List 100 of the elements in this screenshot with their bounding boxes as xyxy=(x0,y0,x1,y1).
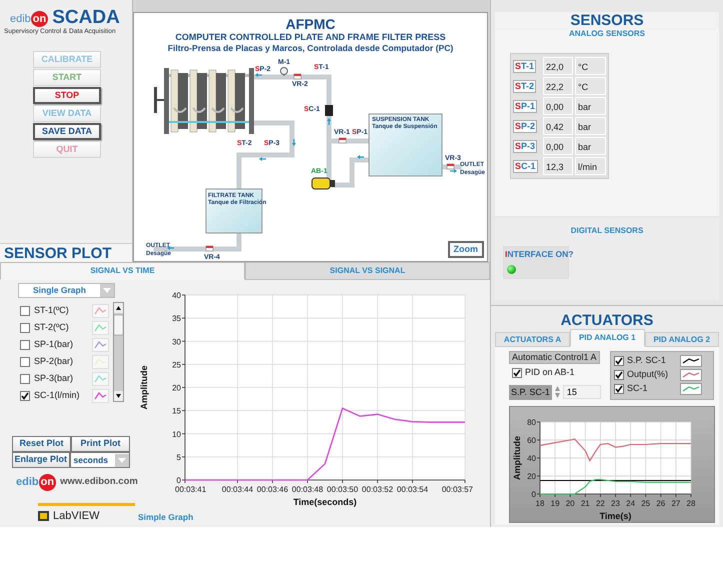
flow-arrow-icon xyxy=(259,157,266,161)
labview-logo: LabVIEW xyxy=(38,502,135,524)
tick-label: 0 xyxy=(532,490,536,499)
tick-label: 19 xyxy=(550,499,560,508)
caret-icon xyxy=(103,288,111,293)
value-field: 22,0 xyxy=(543,57,573,75)
tab[interactable]: SIGNAL VS TIME xyxy=(0,262,245,280)
time-unit-dropdown[interactable]: seconds xyxy=(70,452,130,468)
tick-label: 20 xyxy=(566,499,575,508)
tick-label: 20 xyxy=(527,472,536,481)
setpoint-field[interactable]: 15 xyxy=(562,385,601,400)
tab[interactable]: SIGNAL VS SIGNAL xyxy=(245,262,490,280)
checkbox[interactable] xyxy=(614,356,624,366)
flow-meter-icon xyxy=(325,105,333,116)
flow-arrow-icon xyxy=(327,118,331,125)
channel-label: SP-3(bar) xyxy=(34,372,74,385)
tick-label: 5 xyxy=(176,452,181,462)
axis-title: Amplitude xyxy=(512,436,522,480)
channel-label: ST-1(ºC) xyxy=(34,304,70,317)
flow-arrow-icon xyxy=(292,139,296,146)
tick-label: 10 xyxy=(172,430,181,439)
legend-label: SC-1 xyxy=(627,382,649,396)
tick-label: 0 xyxy=(176,476,181,485)
legend-label: Output(%) xyxy=(627,368,670,382)
tick-label: 22 xyxy=(596,499,605,508)
tab[interactable]: PID ANALOG 2 xyxy=(644,332,719,347)
sensor-tag: ST-2 xyxy=(513,80,536,92)
diagram-subtitle: Filtro-Prensa de Placas y Marcos, Controlada desde Computador (PC) xyxy=(166,43,454,54)
tick-label: 60 xyxy=(527,436,536,445)
tick-label: 40 xyxy=(172,291,181,300)
zoom-button[interactable]: Zoom xyxy=(448,241,484,258)
channel-label: SP-2(bar) xyxy=(34,354,74,368)
tick-label: 25 xyxy=(641,499,650,508)
reset-plot-button[interactable]: Reset Plot xyxy=(12,436,71,452)
flow-arrow-icon xyxy=(167,246,174,250)
sensor-tag: SP-3 xyxy=(513,140,538,152)
checkbox[interactable] xyxy=(20,390,30,400)
unit-field: °C xyxy=(575,57,606,75)
graph-mode-dropdown[interactable]: Single Graph xyxy=(18,283,115,298)
section-title: SENSOR PLOT xyxy=(0,243,132,262)
tick-label: 25 xyxy=(172,360,181,370)
tick-label: 18 xyxy=(536,499,544,508)
valve-icon xyxy=(294,74,302,80)
flow-arrow-icon xyxy=(255,73,262,77)
edibon-logo: edib on xyxy=(16,474,56,490)
spinner-arrows-icon[interactable] xyxy=(554,385,561,400)
tick-label: 80 xyxy=(527,418,536,427)
panel-title: SENSORS xyxy=(495,12,719,29)
flow-arrow-icon xyxy=(357,155,364,159)
website-link[interactable]: www.edibon.com xyxy=(60,475,138,490)
tick-label: 00:03:41 xyxy=(175,485,206,494)
axis-title: Time(seconds) xyxy=(293,497,357,507)
valve-icon xyxy=(446,164,454,170)
sensor-tag: ST-1 xyxy=(513,60,536,72)
legend-label: S.P. SC-1 xyxy=(627,354,667,368)
flow-arrow-icon xyxy=(450,169,457,173)
indicator-label: INTERFACE ON? xyxy=(505,248,574,261)
tab[interactable]: ACTUATORS A xyxy=(495,332,570,347)
diagram-title: AFPMC xyxy=(284,17,336,32)
valve-icon xyxy=(206,246,214,252)
enlarge-plot-button[interactable]: Enlarge Plot xyxy=(12,452,70,468)
tick-label: 28 xyxy=(686,499,696,508)
tick-label: 20 xyxy=(172,384,181,392)
checkbox[interactable] xyxy=(614,384,624,394)
sensor-tag: SC-1 xyxy=(513,160,538,172)
axis-title: Time(s) xyxy=(600,511,632,521)
command-button[interactable]: STOP xyxy=(33,86,101,104)
checkbox[interactable] xyxy=(20,340,30,350)
tick-label: 00:03:54 xyxy=(396,485,428,494)
graph-caption: Simple Graph xyxy=(138,511,194,524)
checkbox[interactable] xyxy=(614,370,624,380)
value-field: 0,00 xyxy=(543,97,573,115)
setpoint-label: S.P. SC-1 xyxy=(509,384,552,400)
value-field: 0,00 xyxy=(543,137,573,155)
tick-label: 21 xyxy=(580,499,590,508)
command-button[interactable]: SAVE DATA xyxy=(33,122,101,140)
tick-label: 00:03:46 xyxy=(256,485,288,494)
channel-label: SC-1(l/min) xyxy=(34,388,81,402)
caret-icon xyxy=(118,458,126,462)
valve-icon xyxy=(338,138,346,144)
section-title: ANALOG SENSORS xyxy=(568,29,646,39)
unit-field: l/min xyxy=(575,157,606,175)
checkbox[interactable] xyxy=(20,322,30,332)
tick-label: 00:03:44 xyxy=(222,485,254,494)
axis-title: Amplitude xyxy=(139,366,149,410)
checkbox[interactable] xyxy=(20,356,30,366)
tick-label: 40 xyxy=(527,454,536,463)
tick-label: 00:03:57 xyxy=(442,485,473,494)
scrollbar[interactable] xyxy=(113,302,124,402)
checkbox[interactable] xyxy=(20,374,30,384)
checkbox[interactable] xyxy=(20,306,30,316)
sensor-tag: SP-1 xyxy=(513,100,538,112)
print-plot-button[interactable]: Print Plot xyxy=(71,436,130,452)
value-field: 0,42 xyxy=(543,117,573,135)
checkbox[interactable] xyxy=(512,368,522,378)
tick-label: 24 xyxy=(626,499,636,508)
tab[interactable]: PID ANALOG 1 xyxy=(570,329,645,347)
value-field: 12,3 xyxy=(543,157,573,175)
value-field: 22,2 xyxy=(543,77,573,95)
tick-label: 00:03:48 xyxy=(292,485,324,494)
